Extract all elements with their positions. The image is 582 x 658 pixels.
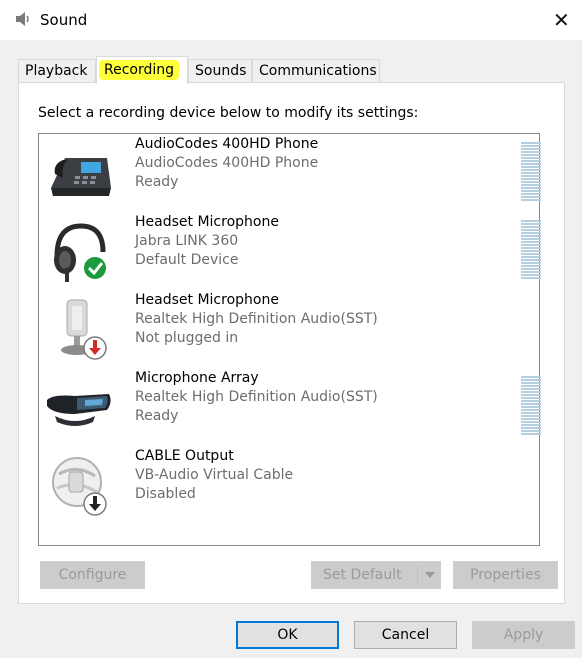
list-item[interactable]: AudioCodes 400HD Phone AudioCodes 400HD … — [39, 134, 541, 212]
title-bar: Sound ✕ — [0, 0, 582, 40]
device-name: Headset Microphone — [135, 214, 279, 230]
list-item[interactable]: Headset Microphone Realtek High Definiti… — [39, 290, 539, 368]
device-status: Ready — [135, 408, 179, 424]
list-item[interactable]: Microphone Array Realtek High Definition… — [39, 368, 541, 446]
window-title: Sound — [40, 11, 88, 29]
recording-panel: Select a recording device below to modif… — [18, 82, 565, 604]
headset-icon — [54, 223, 108, 282]
level-meter — [521, 142, 541, 201]
device-driver: Jabra LINK 360 — [135, 233, 239, 249]
split-divider — [417, 566, 418, 584]
tab-playback[interactable]: Playback — [18, 59, 96, 83]
cancel-button[interactable]: Cancel — [354, 621, 457, 649]
apply-button[interactable]: Apply — [472, 621, 575, 649]
tab-recording[interactable]: Recording — [96, 56, 188, 84]
ok-button[interactable]: OK — [236, 621, 339, 649]
list-item[interactable]: CABLE Output VB-Audio Virtual Cable Disa… — [39, 446, 539, 524]
level-meter — [521, 220, 541, 279]
speaker-icon — [16, 12, 29, 26]
device-driver: VB-Audio Virtual Cable — [135, 467, 294, 483]
device-name: Headset Microphone — [135, 292, 279, 308]
device-driver: Realtek High Definition Audio(SST) — [135, 389, 378, 405]
device-status: Default Device — [135, 252, 239, 268]
tab-recording-label: Recording — [99, 60, 180, 80]
device-driver: Realtek High Definition Audio(SST) — [135, 311, 378, 327]
level-meter — [521, 376, 541, 435]
device-list: AudioCodes 400HD Phone AudioCodes 400HD … — [38, 133, 541, 546]
set-default-label: Set Default — [323, 567, 402, 583]
tab-communications[interactable]: Communications — [252, 59, 380, 83]
device-name: AudioCodes 400HD Phone — [135, 136, 319, 152]
chevron-down-icon[interactable] — [425, 572, 435, 578]
microphone-array-icon — [47, 394, 111, 426]
device-name: Microphone Array — [135, 370, 259, 386]
tab-sounds[interactable]: Sounds — [188, 59, 252, 83]
virtual-cable-icon — [52, 457, 107, 516]
device-driver: AudioCodes 400HD Phone — [135, 155, 319, 171]
configure-button[interactable]: Configure — [40, 561, 145, 589]
device-status: Disabled — [135, 486, 196, 502]
instruction-text: Select a recording device below to modif… — [38, 105, 419, 121]
microphone-icon — [61, 299, 107, 360]
desk-phone-icon — [51, 158, 111, 196]
device-status: Not plugged in — [135, 330, 239, 346]
device-status: Ready — [135, 174, 179, 190]
properties-button[interactable]: Properties — [453, 561, 558, 589]
device-name: CABLE Output — [135, 448, 234, 464]
list-item[interactable]: Headset Microphone Jabra LINK 360 Defaul… — [39, 212, 541, 290]
close-button[interactable]: ✕ — [553, 8, 570, 32]
default-check-icon — [82, 255, 108, 281]
set-default-button[interactable]: Set Default — [311, 561, 441, 589]
